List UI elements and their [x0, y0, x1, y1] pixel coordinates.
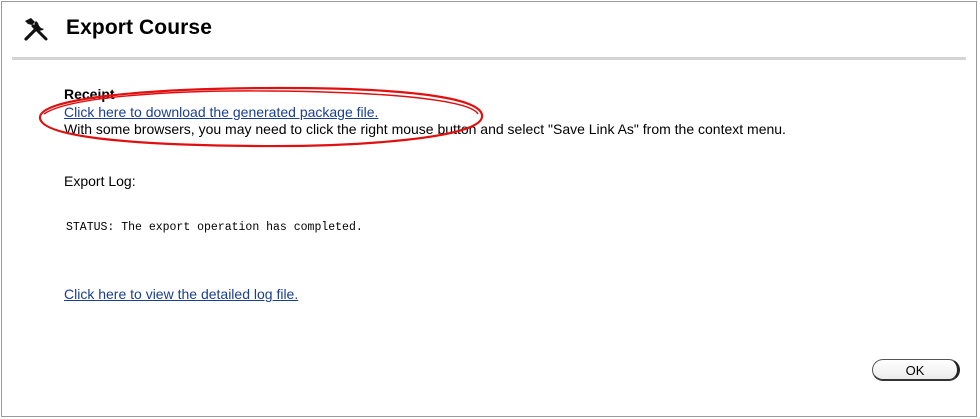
ok-button[interactable]: OK — [872, 359, 960, 381]
page-title: Export Course — [66, 16, 212, 39]
header-divider — [12, 57, 966, 60]
detailed-log-link[interactable]: Click here to view the detailed log file… — [64, 286, 298, 302]
browser-note-text: With some browsers, you may need to clic… — [64, 121, 786, 137]
tools-icon — [24, 18, 48, 41]
export-course-panel: Export Course Receipt Click here to down… — [1, 1, 977, 417]
receipt-heading: Receipt — [64, 86, 115, 102]
page-header: Export Course — [2, 2, 978, 62]
status-message: STATUS: The export operation has complet… — [66, 221, 363, 234]
download-package-link[interactable]: Click here to download the generated pac… — [64, 104, 378, 120]
export-log-label: Export Log: — [64, 173, 136, 189]
